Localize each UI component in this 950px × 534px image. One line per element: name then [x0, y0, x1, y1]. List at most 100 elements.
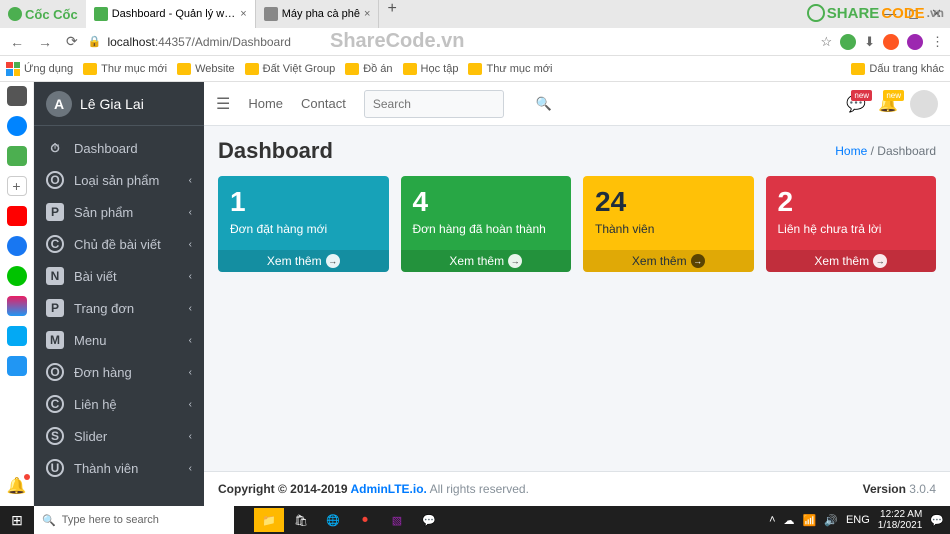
os-game-icon[interactable] [7, 146, 27, 166]
os-facebook-icon[interactable] [7, 236, 27, 256]
stat-more-link[interactable]: Xem thêm → [218, 250, 389, 272]
sidebar-item-chủ-đề-bài-viết[interactable]: CChủ đề bài viết‹ [34, 228, 204, 260]
bookmark-item[interactable]: Website [177, 63, 235, 75]
tray-cloud-icon[interactable]: ☁ [784, 514, 795, 527]
search-input[interactable] [365, 97, 536, 111]
other-bookmarks[interactable]: Dấu trang khác [851, 63, 944, 75]
task-browser-icon[interactable]: 🌐 [318, 508, 348, 532]
sidebar-item-sản-phẩm[interactable]: PSản phẩm‹ [34, 196, 204, 228]
search-icon: 🔍 [42, 514, 56, 527]
nav-label: Thành viên [74, 461, 138, 476]
search-icon[interactable]: 🔍 [536, 96, 552, 112]
sidebar-item-loại-sản-phẩm[interactable]: OLoại sản phẩm‹ [34, 164, 204, 196]
url-input[interactable]: localhost:44357/Admin/Dashboard [107, 35, 814, 49]
nav-label: Đơn hàng [74, 365, 132, 380]
extension-icon[interactable] [907, 34, 923, 50]
nav-icon: ⏱ [46, 139, 64, 157]
task-record-icon[interactable]: ⏺ [350, 508, 380, 532]
stat-box-blue: 1Đơn đặt hàng mớiXem thêm → [218, 176, 389, 272]
breadcrumb-home-link[interactable]: Home [835, 144, 867, 158]
notification-comments-icon[interactable]: 💬new [846, 94, 866, 114]
forward-button[interactable]: → [34, 34, 56, 50]
reload-button[interactable]: ⟳ [62, 33, 82, 50]
chevron-left-icon: ‹ [189, 271, 192, 282]
sidebar-item-menu[interactable]: MMenu‹ [34, 324, 204, 356]
task-explorer-icon[interactable]: 📁 [254, 508, 284, 532]
os-line-icon[interactable] [7, 266, 27, 286]
admin-sidebar: A Lê Gia Lai ⏱DashboardOLoại sản phẩm‹PS… [34, 82, 204, 506]
nav-icon: P [46, 203, 64, 221]
bookmark-item[interactable]: Học tập [403, 63, 459, 75]
stat-box-green: 4Đơn hàng đã hoàn thànhXem thêm → [401, 176, 572, 272]
back-button[interactable]: ← [6, 34, 28, 50]
search-box: 🔍 [364, 90, 504, 118]
menu-toggle-icon[interactable]: ☰ [216, 94, 230, 114]
new-tab-button[interactable]: + [379, 0, 404, 28]
os-vtv-icon[interactable] [7, 296, 27, 316]
maximize-button[interactable]: ◻ [908, 6, 919, 22]
taskbar-search[interactable]: 🔍 Type here to search [34, 506, 234, 534]
stat-more-link[interactable]: Xem thêm → [583, 250, 754, 272]
browser-tab-inactive[interactable]: Máy pha cà phê × [256, 0, 380, 28]
minimize-button[interactable]: — [883, 6, 896, 22]
bookmark-item[interactable]: Thư mục mới [83, 63, 167, 75]
nav-icon: S [46, 427, 64, 445]
tray-wifi-icon[interactable]: 📶 [803, 514, 817, 527]
bookmark-item[interactable]: Đất Việt Group [245, 63, 336, 75]
tray-notifications-icon[interactable]: 💬 [930, 514, 944, 527]
browser-tab-active[interactable]: Dashboard - Quản lý website × [86, 0, 256, 28]
chevron-left-icon: ‹ [189, 463, 192, 474]
bookmark-item[interactable]: Đồ án [345, 63, 392, 75]
extension-icon[interactable] [840, 34, 856, 50]
extension-icon[interactable] [883, 34, 899, 50]
sidebar-item-trang-đơn[interactable]: PTrang đơn‹ [34, 292, 204, 324]
notification-bell-icon[interactable]: 🔔new [878, 94, 898, 114]
os-messenger-icon[interactable] [7, 116, 27, 136]
os-add-icon[interactable]: + [7, 176, 27, 196]
os-app-icon[interactable] [7, 356, 27, 376]
folder-icon [403, 63, 417, 75]
chevron-left-icon: ‹ [189, 239, 192, 250]
stat-label: Đơn đặt hàng mới [230, 222, 377, 236]
nav-icon: P [46, 299, 64, 317]
task-store-icon[interactable]: 🛍 [286, 508, 316, 532]
star-icon[interactable]: ☆ [820, 34, 832, 50]
nav-link-home[interactable]: Home [248, 96, 283, 111]
menu-icon[interactable]: ⋮ [931, 34, 944, 50]
os-notification-icon[interactable]: 🔔 [7, 476, 27, 496]
nav-link-contact[interactable]: Contact [301, 96, 346, 111]
task-vs-icon[interactable]: ▧ [382, 508, 412, 532]
stat-more-link[interactable]: Xem thêm → [401, 250, 572, 272]
apps-button[interactable]: Ứng dụng [6, 62, 73, 76]
close-icon[interactable]: × [240, 8, 246, 20]
footer: Copyright © 2014-2019 AdminLTE.io. All r… [204, 471, 950, 506]
os-app-icon[interactable] [7, 326, 27, 346]
close-icon[interactable]: × [364, 8, 370, 20]
footer-link[interactable]: AdminLTE.io. [350, 482, 426, 496]
stat-more-link[interactable]: Xem thêm → [766, 250, 937, 272]
tray-volume-icon[interactable]: 🔊 [824, 514, 838, 527]
download-icon[interactable]: ⬇ [864, 34, 875, 50]
os-settings-icon[interactable] [7, 86, 27, 106]
sidebar-item-dashboard[interactable]: ⏱Dashboard [34, 132, 204, 164]
page-title: Dashboard [218, 138, 333, 164]
tray-lang[interactable]: ENG [846, 514, 870, 526]
start-button[interactable]: ⊞ [0, 512, 34, 529]
tray-clock[interactable]: 12:22 AM 1/18/2021 [878, 509, 923, 531]
nav-label: Slider [74, 429, 107, 444]
brand[interactable]: A Lê Gia Lai [34, 82, 204, 126]
sidebar-item-đơn-hàng[interactable]: OĐơn hàng‹ [34, 356, 204, 388]
task-zalo-icon[interactable]: 💬 [414, 508, 444, 532]
tray-chevron-up-icon[interactable]: ˄ [769, 514, 775, 526]
folder-icon [245, 63, 259, 75]
close-window-button[interactable]: ✕ [931, 6, 942, 22]
bookmark-item[interactable]: Thư mục mới [468, 63, 552, 75]
sidebar-item-slider[interactable]: SSlider‹ [34, 420, 204, 452]
nav-label: Bài viết [74, 269, 117, 284]
folder-icon [177, 63, 191, 75]
avatar[interactable] [910, 90, 938, 118]
sidebar-item-liên-hệ[interactable]: CLiên hệ‹ [34, 388, 204, 420]
sidebar-item-thành-viên[interactable]: UThành viên‹ [34, 452, 204, 484]
os-youtube-icon[interactable] [7, 206, 27, 226]
sidebar-item-bài-viết[interactable]: NBài viết‹ [34, 260, 204, 292]
